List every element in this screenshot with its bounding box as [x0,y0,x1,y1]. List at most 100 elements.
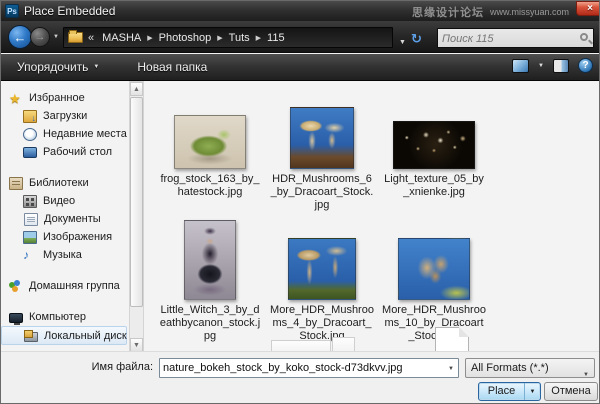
file-item-light-texture[interactable]: Light_texture_05_by_xnienke.jpg [380,93,488,214]
change-view-caret-icon[interactable]: ▼ [538,63,544,69]
search-magnifier-icon [580,33,588,41]
sidebar-item-label: Музыка [43,249,82,261]
sidebar-item-label: Избранное [29,92,85,104]
recent-pages-caret-icon[interactable]: ▼ [53,34,59,40]
format-dropdown[interactable]: All Formats (*.*) ▼ [465,358,595,378]
search-input[interactable] [442,31,572,47]
file-thumbnail-mushrooms [290,107,354,169]
change-view-icon[interactable] [512,59,529,73]
down-arrow-icon: ↓ [32,114,37,123]
sidebar-scrollbar[interactable]: ▲ ▼ [129,81,144,353]
sidebar-item-label: Библиотеки [29,177,89,189]
scroll-up-icon[interactable]: ▲ [130,82,143,96]
place-button-group: Place ▼ [478,382,541,401]
sidebar-item-recent-places[interactable]: Недавние места [1,125,129,143]
sidebar-item-label: Домашняя группа [29,280,120,292]
file-list: frog_stock_163_by_hatestock.jpg HDR_Mush… [148,81,599,353]
file-item-more-mushrooms-4[interactable]: More_HDR_Mushrooms_4_by_Dracoart_Stock.j… [268,224,376,345]
sidebar-item-label: Компьютер [29,311,86,323]
sidebar-item-local-disk[interactable]: Локальный диск [1,326,127,345]
sidebar-item-label: Недавние места [43,128,127,140]
file-name: HDR_Mushrooms_6_by_Dracoart_Stock.jpg [270,173,374,212]
command-toolbar: Упорядочить ▼ Новая папка ▼ ? [1,54,599,81]
new-folder-button[interactable]: Новая папка [129,57,215,77]
breadcrumb-separator-icon: ▶ [214,34,225,42]
back-button[interactable]: ← [8,25,32,49]
computer-icon [9,313,23,323]
sidebar-item-label: Локальный диск [44,330,127,342]
file-name: frog_stock_163_by_hatestock.jpg [158,173,262,199]
file-item-more-mushrooms-10[interactable]: More_HDR_Mushrooms_10_by_Dracoart_Stock.… [380,224,488,345]
titlebar: Ps Place Embedded 思缘设计论坛 www.missyuan.co… [1,1,599,21]
file-item-little-witch[interactable]: Little_Witch_3_by_deathbycanon_stock.jpg [156,224,264,345]
watermark-url-text: www.missyuan.com [490,7,569,17]
navigation-sidebar: ★ Избранное ↓ Загрузки Недавние места Ра… [1,81,129,353]
downloads-folder-icon: ↓ [23,110,37,123]
sidebar-item-desktop[interactable]: Рабочий стол [1,143,129,161]
preview-pane-icon[interactable] [553,59,569,73]
breadcrumb-segment-photoshop[interactable]: Photoshop [156,32,215,44]
file-thumbnail-mushrooms [288,238,356,300]
scrollbar-thumb[interactable] [130,97,143,307]
place-dropdown-caret-icon[interactable]: ▼ [524,383,540,400]
generic-file-icon[interactable] [435,327,469,353]
place-button[interactable]: Place [479,383,524,400]
file-thumbnail-light-texture [393,121,475,169]
sidebar-item-music[interactable]: ♪ Музыка [1,246,129,264]
refresh-icon[interactable]: ↻ [411,31,422,47]
documents-icon [24,213,38,226]
file-thumbnail-mushrooms [398,238,470,300]
file-name: More_HDR_Mushrooms_4_by_Dracoart_Stock.j… [270,304,374,343]
back-arrow-icon: ← [14,30,27,45]
scroll-down-icon[interactable]: ▼ [130,338,143,352]
breadcrumb[interactable]: « MASHA ▶ Photoshop ▶ Tuts ▶ 115 [63,27,393,48]
sidebar-item-pictures[interactable]: Изображения [1,228,129,246]
sidebar-item-video[interactable]: Видео [1,192,129,210]
address-dropdown-caret-icon[interactable]: ▼ [399,39,406,46]
breadcrumb-separator-icon: ▶ [253,34,264,42]
desktop-icon [23,147,37,158]
toolbar-right-icons: ▼ ? [512,58,593,73]
file-item-hdr-mushrooms-6[interactable]: HDR_Mushrooms_6_by_Dracoart_Stock.jpg [268,93,376,214]
file-thumbnail-frog [174,115,246,169]
breadcrumb-segment-tuts[interactable]: Tuts [226,32,253,44]
breadcrumb-segment-masha[interactable]: MASHA [99,32,144,44]
clock-icon [23,128,37,141]
new-folder-label: Новая папка [137,60,207,74]
file-thumbnail-witch [184,220,236,300]
sidebar-item-downloads[interactable]: ↓ Загрузки [1,107,129,125]
sidebar-item-computer[interactable]: Компьютер [1,308,129,326]
star-icon: ★ [9,92,23,105]
sidebar-item-documents[interactable]: Документы [1,210,129,228]
cancel-button[interactable]: Отмена [544,382,598,401]
sidebar-item-favorites[interactable]: ★ Избранное [1,89,129,107]
libraries-icon [9,177,23,190]
organize-label: Упорядочить [17,60,88,74]
sidebar-item-homegroup[interactable]: Домашняя группа [1,277,129,295]
forward-arrow-icon: → [35,31,46,43]
breadcrumb-segment-115[interactable]: 115 [264,32,288,44]
watermark-cn-text: 思缘设计论坛 [412,4,484,20]
close-button[interactable]: × [576,1,600,16]
file-item-frog[interactable]: frog_stock_163_by_hatestock.jpg [156,93,264,214]
filename-label: Имя файла: [1,361,153,373]
disk-drive-icon [24,332,38,342]
format-value: All Formats (*.*) [471,362,549,374]
filename-combobox[interactable]: ▼ [159,358,459,378]
main-area: ★ Избранное ↓ Загрузки Недавние места Ра… [1,81,599,353]
music-note-icon: ♪ [23,249,37,262]
folder-icon [68,32,83,43]
breadcrumb-overflow-chevron[interactable]: « [88,32,94,44]
organize-caret-icon: ▼ [93,64,99,70]
help-icon[interactable]: ? [578,58,593,73]
organize-button[interactable]: Упорядочить ▼ [9,57,107,77]
sidebar-item-libraries[interactable]: Библиотеки [1,174,129,192]
pictures-icon [23,231,37,244]
forward-button[interactable]: → [30,27,50,47]
search-box[interactable] [437,28,594,48]
filename-input[interactable] [163,360,439,376]
filename-dropdown-caret-icon[interactable]: ▼ [448,366,454,372]
file-name: More_HDR_Mushrooms_10_by_Dracoart_Stock.… [382,304,486,343]
sidebar-item-label: Рабочий стол [43,146,112,158]
homegroup-icon [9,280,23,293]
